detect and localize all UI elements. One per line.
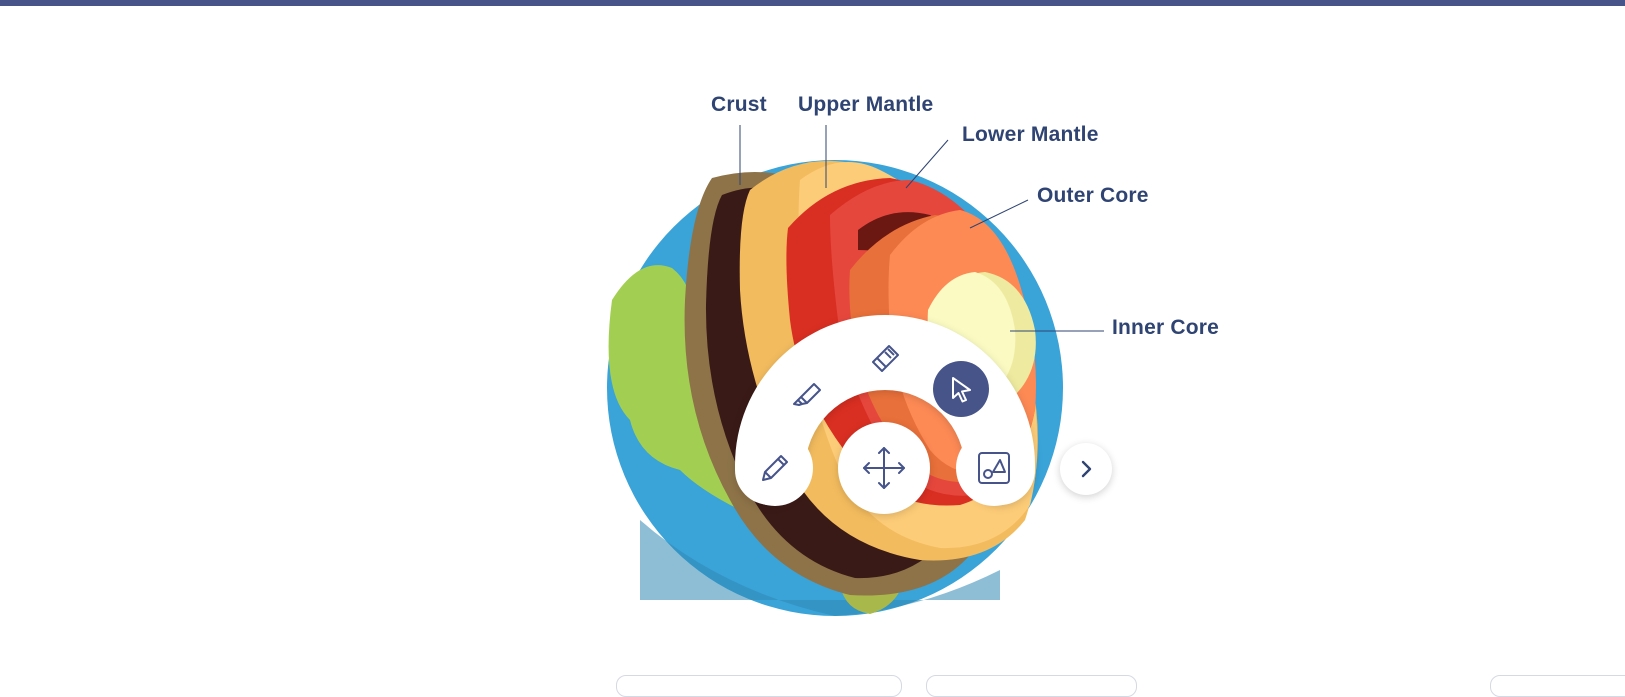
cursor-button[interactable]: [933, 361, 989, 417]
highlighter-icon: [793, 383, 821, 406]
chevron-right-icon: [1081, 460, 1092, 478]
label-inner-core: Inner Core: [1112, 316, 1220, 339]
label-crust: Crust: [711, 93, 767, 116]
move-button[interactable]: [854, 438, 914, 498]
label-outer-core: Outer Core: [1037, 184, 1149, 207]
eraser-icon: [872, 345, 899, 372]
move-icon: [863, 447, 905, 489]
bottom-card-1[interactable]: [616, 675, 902, 697]
cursor-icon: [952, 377, 971, 403]
highlighter-button[interactable]: [782, 368, 832, 418]
earth-layers-stage: Crust Upper Mantle Lower Mantle Outer Co…: [0, 0, 1625, 697]
bottom-card-3[interactable]: [1490, 675, 1625, 697]
shapes-button[interactable]: [969, 443, 1019, 493]
pencil-button[interactable]: [750, 443, 800, 493]
next-button[interactable]: [1060, 443, 1112, 495]
eraser-button[interactable]: [860, 332, 910, 382]
label-upper-mantle: Upper Mantle: [798, 93, 934, 116]
shapes-icon: [978, 452, 1010, 484]
label-lower-mantle: Lower Mantle: [962, 123, 1099, 146]
pencil-icon: [762, 455, 788, 481]
bottom-card-2[interactable]: [926, 675, 1137, 697]
